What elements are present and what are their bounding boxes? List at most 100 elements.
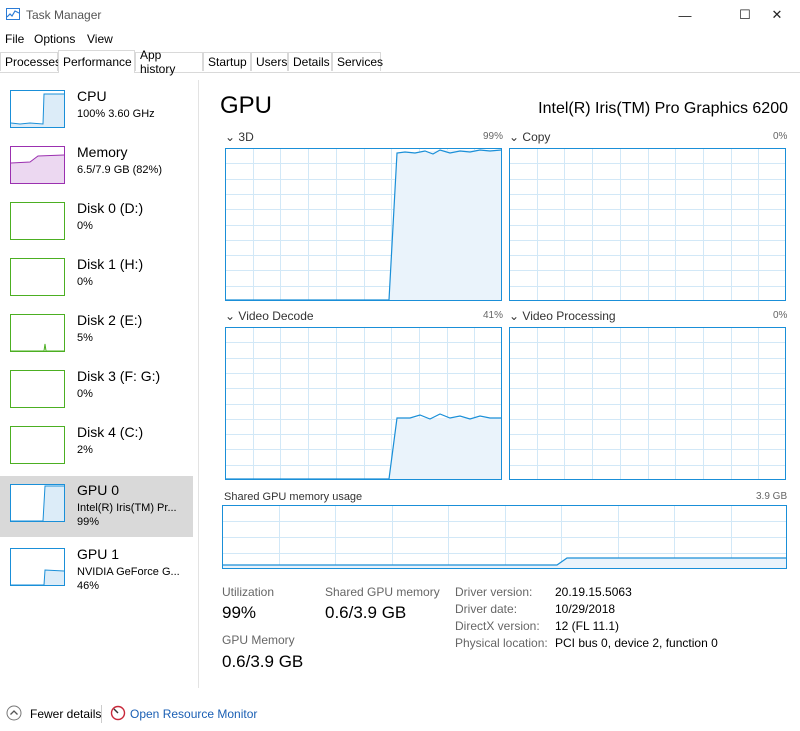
graph-video-processing — [509, 327, 786, 480]
graph-3d-fill — [389, 150, 501, 300]
tab-users[interactable]: Users — [251, 52, 288, 71]
gpu-model-name: Intel(R) Iris(TM) Pro Graphics 6200 — [538, 100, 788, 117]
graph-copy — [509, 148, 786, 301]
sidebar-item-detail: 0% — [77, 388, 93, 400]
graph-video-decode-label[interactable]: ⌄ Video Decode — [225, 309, 314, 323]
menu-bar: File Options View — [0, 30, 800, 48]
graph-video-decode-fill — [389, 418, 501, 479]
sidebar-item-label: GPU 1 — [77, 546, 120, 562]
driver-version-label: Driver version: — [455, 585, 533, 599]
sidebar-item-label: Disk 4 (C:) — [77, 424, 144, 440]
graph-3d — [225, 148, 502, 301]
gpu-0-thumbnail-graph — [10, 484, 65, 522]
graph-video-processing-label[interactable]: ⌄ Video Processing — [509, 309, 616, 323]
sidebar-item-disk-4[interactable]: Disk 4 (C:) 2% — [0, 418, 193, 476]
fewer-details-button[interactable]: Fewer details — [30, 707, 101, 721]
maximize-icon: ☐ — [739, 7, 751, 22]
graph-title: Video Processing — [522, 309, 616, 323]
sidebar-item-label: Disk 2 (E:) — [77, 312, 143, 328]
task-manager-icon — [6, 8, 20, 20]
driver-date-value: 10/29/2018 — [555, 602, 616, 616]
sidebar-item-gpu-0[interactable]: GPU 0 Intel(R) Iris(TM) Pr... 99% — [0, 476, 193, 537]
tab-performance[interactable]: Performance — [58, 50, 135, 73]
minimize-button[interactable]: — — [662, 0, 708, 30]
physical-location-value: PCI bus 0, device 2, function 0 — [555, 636, 718, 650]
sidebar-item-detail: Intel(R) Iris(TM) Pr... — [77, 502, 177, 514]
gpu-memory-label: GPU Memory — [222, 633, 295, 647]
sidebar-item-label: Disk 3 (F: G:) — [77, 368, 161, 384]
minimize-icon: — — [678, 7, 692, 23]
cpu-thumbnail-graph — [10, 90, 65, 128]
graph-title: 3D — [238, 130, 254, 144]
sidebar-item-disk-3[interactable]: Disk 3 (F: G:) 0% — [0, 362, 193, 420]
footer-divider — [101, 705, 102, 723]
sidebar-item-percent: 99% — [77, 516, 100, 528]
tab-app-history[interactable]: App history — [135, 48, 203, 76]
close-icon: ✕ — [771, 7, 783, 22]
sidebar-item-label: Disk 1 (H:) — [77, 256, 144, 272]
chevron-down-icon: ⌄ — [225, 130, 236, 144]
shared-memory-value: 0.6/3.9 GB — [325, 603, 407, 622]
sidebar-item-detail: 0% — [77, 220, 93, 232]
tab-details[interactable]: Details — [288, 52, 332, 71]
graph-copy-border — [509, 148, 786, 301]
graph-3d-label[interactable]: ⌄ 3D — [225, 130, 254, 144]
graph-copy-label[interactable]: ⌄ Copy — [509, 130, 550, 144]
sidebar-item-detail: NVIDIA GeForce G... — [77, 566, 180, 578]
graph-video-processing-percent: 0% — [773, 310, 788, 321]
sidebar-item-memory[interactable]: Memory 6.5/7.9 GB (82%) — [0, 138, 193, 196]
utilization-value: 99% — [222, 603, 257, 622]
chevron-up-icon[interactable] — [6, 705, 22, 721]
shared-memory-fill — [222, 558, 786, 568]
shared-memory-graph-max: 3.9 GB — [756, 491, 788, 502]
page-title: GPU — [220, 92, 273, 119]
utilization-label: Utilization — [222, 585, 275, 599]
tab-services[interactable]: Services — [332, 52, 383, 71]
sidebar-item-detail: 6.5/7.9 GB (82%) — [77, 164, 162, 176]
tab-processes[interactable]: Processes — [0, 52, 61, 71]
disk-0-thumbnail-graph — [10, 202, 65, 240]
sidebar-item-detail: 100% 3.60 GHz — [77, 108, 155, 120]
close-button[interactable]: ✕ — [754, 0, 800, 30]
tab-startup[interactable]: Startup — [203, 52, 251, 71]
graph-copy-percent: 0% — [773, 131, 788, 142]
resource-monitor-icon — [110, 705, 126, 721]
directx-version-label: DirectX version: — [455, 619, 540, 633]
sidebar-item-disk-0[interactable]: Disk 0 (D:) 0% — [0, 194, 193, 252]
disk-1-thumbnail-graph — [10, 258, 65, 296]
sidebar-item-label: Memory — [77, 144, 128, 160]
shared-memory-label: Shared GPU memory — [325, 585, 440, 599]
menu-view[interactable]: View — [87, 32, 113, 46]
gpu-memory-value: 0.6/3.9 GB — [222, 652, 304, 671]
sidebar-item-detail: 5% — [77, 332, 93, 344]
directx-version-value: 12 (FL 11.1) — [555, 619, 620, 633]
sidebar-item-label: GPU 0 — [77, 482, 120, 498]
chevron-down-icon: ⌄ — [225, 309, 236, 323]
driver-date-label: Driver date: — [455, 602, 518, 616]
graph-video-processing-border — [509, 327, 786, 480]
graph-title: Video Decode — [238, 309, 314, 323]
menu-file[interactable]: File — [5, 32, 24, 46]
driver-version-value: 20.19.15.5063 — [555, 585, 632, 599]
sidebar-item-disk-2[interactable]: Disk 2 (E:) 5% — [0, 306, 193, 364]
gpu-1-thumbnail-graph — [10, 548, 65, 586]
footer: Fewer details Open Resource Monitor — [0, 700, 800, 731]
menu-options[interactable]: Options — [34, 32, 75, 46]
graph-video-decode — [225, 327, 502, 480]
graph-title: Copy — [522, 130, 551, 144]
window-title: Task Manager — [26, 8, 102, 22]
sidebar-item-percent: 46% — [77, 580, 100, 592]
disk-2-thumbnail-graph — [10, 314, 65, 352]
chevron-down-icon: ⌄ — [509, 309, 520, 323]
disk-3-thumbnail-graph — [10, 370, 65, 408]
sidebar-item-gpu-1[interactable]: GPU 1 NVIDIA GeForce G... 46% — [0, 540, 193, 600]
grid — [509, 327, 786, 480]
tab-bar: Processes Performance App history Startu… — [0, 48, 800, 76]
sidebar-item-cpu[interactable]: CPU 100% 3.60 GHz — [0, 82, 193, 140]
open-resource-monitor-link[interactable]: Open Resource Monitor — [130, 707, 257, 721]
shared-memory-graph — [222, 505, 787, 569]
graph-video-decode-percent: 41% — [483, 310, 504, 321]
grid — [509, 148, 786, 301]
sidebar-item-disk-1[interactable]: Disk 1 (H:) 0% — [0, 250, 193, 308]
sidebar-item-label: Disk 0 (D:) — [77, 200, 144, 216]
